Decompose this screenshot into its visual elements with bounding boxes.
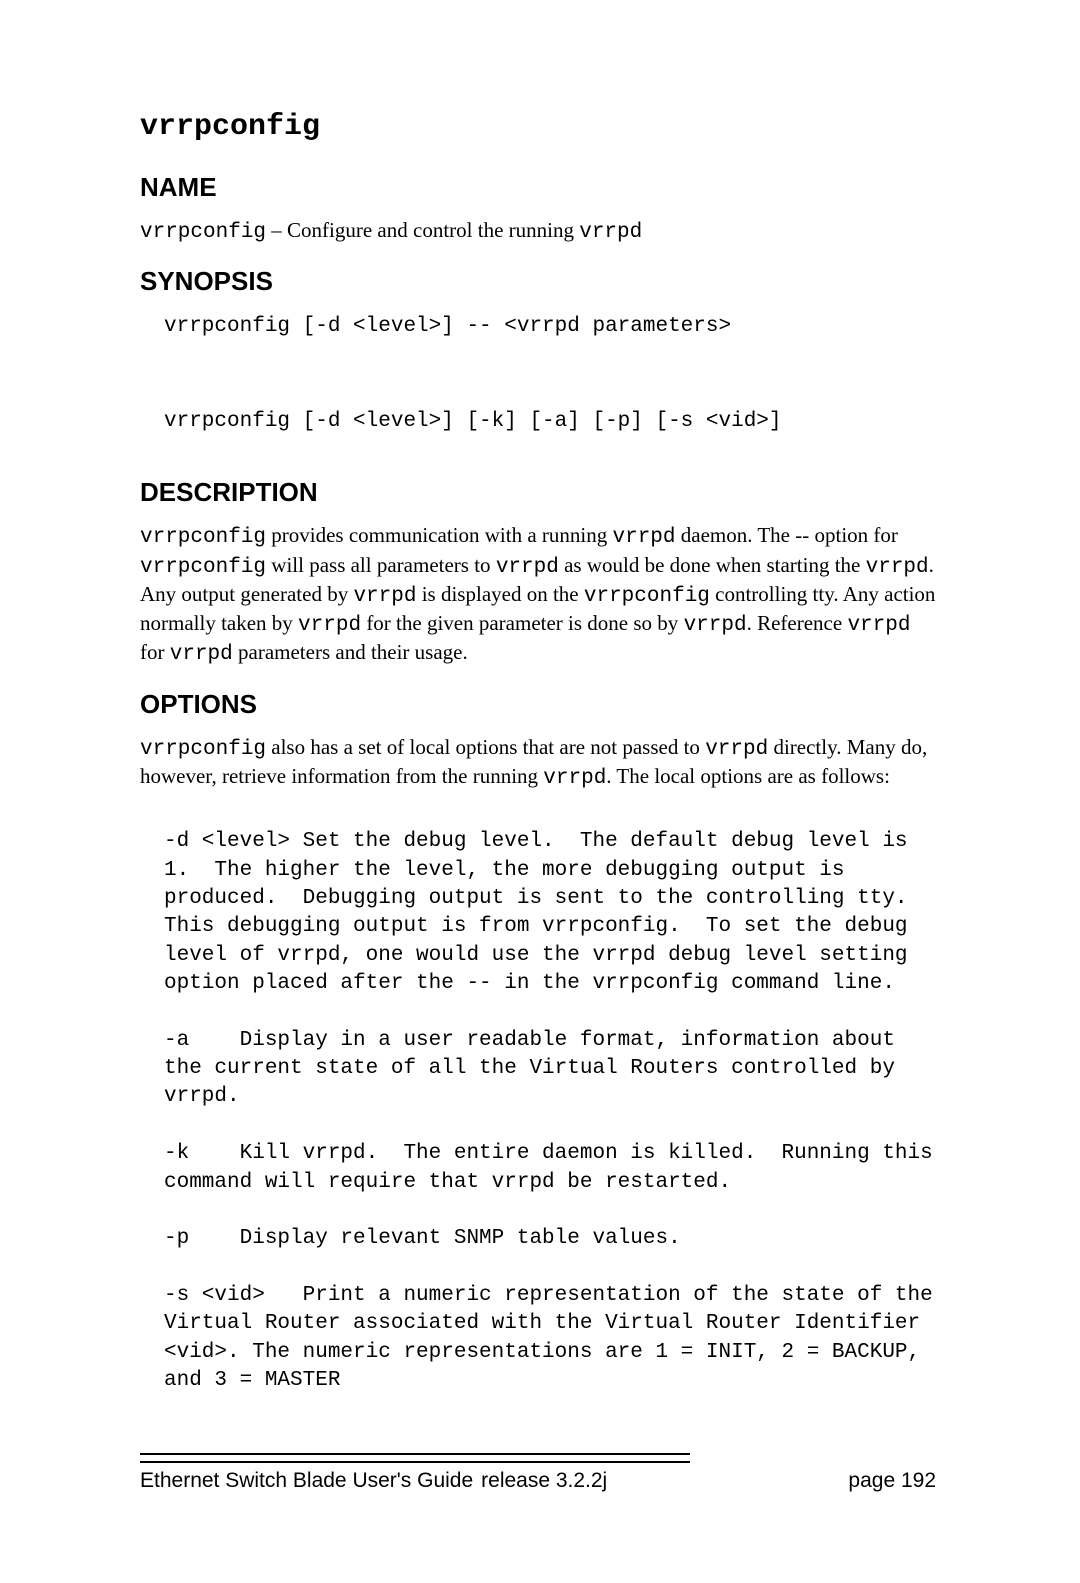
text: . The local options are as follows: (606, 764, 890, 788)
footer-release: release 3.2.2j (481, 1469, 765, 1493)
section-heading-name: NAME (140, 172, 940, 203)
options-detail: -d <level> Set the debug level. The defa… (164, 828, 940, 1395)
cmd-literal: vrrpd (612, 526, 675, 549)
cmd-literal: vrrpd (298, 614, 361, 637)
section-heading-synopsis: SYNOPSIS (140, 266, 940, 297)
command-title: vrrpconfig (140, 110, 940, 144)
section-heading-options: OPTIONS (140, 689, 940, 720)
page-footer: Ethernet Switch Blade User's Guide relea… (140, 1469, 940, 1493)
text: parameters and their usage. (233, 640, 468, 664)
cmd-literal: vrrpconfig (140, 556, 266, 579)
options-intro: vrrpconfig also has a set of local optio… (140, 734, 940, 793)
synopsis-code: vrrpconfig [-d <level>] -- <vrrpd parame… (164, 311, 940, 437)
cmd-literal: vrrpd (684, 614, 747, 637)
cmd-literal: vrrpd (847, 614, 910, 637)
text: for (140, 640, 170, 664)
footer-page-number: page 192 (765, 1469, 940, 1493)
name-description: vrrpconfig – Configure and control the r… (140, 217, 940, 246)
footer-doc-title: Ethernet Switch Blade User's Guide (140, 1469, 481, 1493)
footer-rule (140, 1453, 690, 1455)
text: . Reference (747, 611, 848, 635)
text: also has a set of local options that are… (266, 735, 705, 759)
cmd-literal: vrrpd (496, 556, 559, 579)
description-paragraph: vrrpconfig provides communication with a… (140, 522, 940, 668)
text: for the given parameter is done so by (361, 611, 684, 635)
text: provides communication with a running (266, 523, 612, 547)
cmd-literal: vrrpd (866, 556, 929, 579)
cmd-literal: vrrpconfig (140, 738, 266, 761)
document-page: vrrpconfig NAME vrrpconfig – Configure a… (0, 0, 1080, 1583)
cmd-literal: vrrpconfig (584, 585, 710, 608)
cmd-literal: vrrpd (353, 585, 416, 608)
text: – Configure and control the running (266, 218, 579, 242)
cmd-literal: vrrpd (579, 221, 642, 244)
cmd-literal: vrrpconfig (140, 221, 266, 244)
text: daemon. The -- option for (676, 523, 898, 547)
cmd-literal: vrrpconfig (140, 526, 266, 549)
text: will pass all parameters to (266, 553, 496, 577)
footer-rule (140, 1461, 690, 1463)
cmd-literal: vrrpd (543, 767, 606, 790)
cmd-literal: vrrpd (705, 738, 768, 761)
cmd-literal: vrrpd (170, 643, 233, 666)
section-heading-description: DESCRIPTION (140, 477, 940, 508)
text: as would be done when starting the (559, 553, 866, 577)
text: is displayed on the (416, 582, 583, 606)
